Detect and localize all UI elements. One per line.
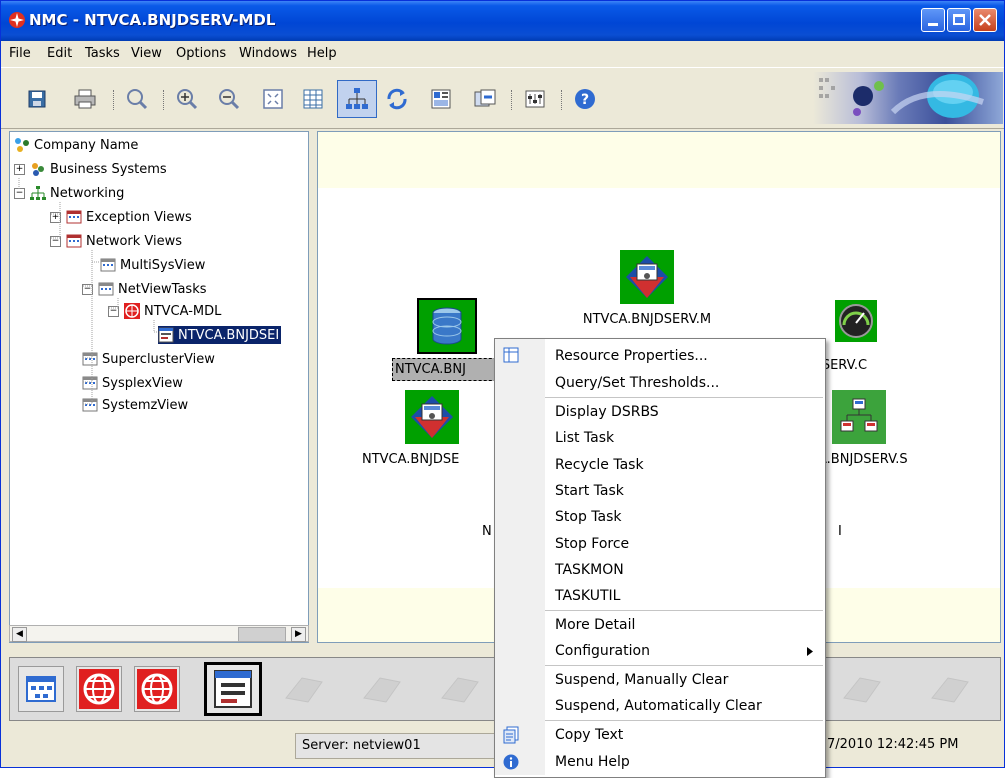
close-icon bbox=[979, 14, 991, 26]
toolbar-separator bbox=[561, 90, 564, 110]
scroll-thumb[interactable] bbox=[238, 627, 286, 642]
menu-item-display-dsrbs[interactable]: Display DSRBS bbox=[495, 399, 823, 425]
menu-item-taskutil[interactable]: TASKUTIL bbox=[495, 583, 823, 609]
menu-options[interactable]: Options bbox=[176, 46, 226, 61]
menu-help[interactable]: Help bbox=[307, 46, 337, 61]
refresh-icon[interactable] bbox=[385, 87, 409, 111]
submenu-arrow-icon bbox=[807, 647, 813, 656]
datetime-status: 7/2010 12:42:45 PM bbox=[827, 737, 959, 752]
menu-divider bbox=[545, 610, 823, 611]
resource-node-selected[interactable]: NTVCA.BNJ bbox=[392, 298, 502, 381]
scroll-left-button[interactable]: ◀ bbox=[12, 627, 27, 642]
menu-item-configuration[interactable]: Configuration bbox=[495, 638, 823, 664]
menu-item-recycle-task[interactable]: Recycle Task bbox=[495, 452, 823, 478]
window-title: NMC - NTVCA.BNJDSERV-MDL bbox=[29, 11, 276, 29]
menu-tasks[interactable]: Tasks bbox=[85, 46, 120, 61]
menu-item-stop-force[interactable]: Stop Force bbox=[495, 531, 823, 557]
menu-item-stop-task[interactable]: Stop Task bbox=[495, 504, 823, 530]
table-view-icon[interactable] bbox=[301, 87, 325, 111]
resource-label: NTVCA.BNJDSERV.M bbox=[582, 312, 712, 327]
placeholder-icon bbox=[840, 668, 884, 708]
toolbar: ? bbox=[1, 67, 1004, 129]
placeholder-icon bbox=[928, 668, 972, 708]
resource-label-partial: I bbox=[838, 524, 842, 539]
title-bar[interactable]: NMC - NTVCA.BNJDSERV-MDL bbox=[1, 1, 1004, 41]
context-menu: Resource Properties... Query/Set Thresho… bbox=[494, 338, 826, 778]
save-icon[interactable] bbox=[25, 87, 49, 111]
view-band-top bbox=[318, 132, 1000, 188]
resource-label: NTVCA.BNJDSE bbox=[362, 452, 460, 467]
sysplex-icon bbox=[832, 390, 886, 444]
product-banner bbox=[813, 72, 1003, 124]
fit-icon[interactable] bbox=[261, 87, 285, 111]
menu-divider bbox=[545, 665, 823, 666]
scroll-right-button[interactable]: ▶ bbox=[291, 627, 306, 642]
placeholder-icon bbox=[282, 668, 326, 708]
server-status: Server: netview01 bbox=[295, 733, 495, 759]
menu-item-copy-text[interactable]: Copy Text bbox=[495, 722, 823, 748]
close-button[interactable] bbox=[973, 8, 997, 32]
svg-text:?: ? bbox=[581, 92, 589, 108]
menu-item-menu-help[interactable]: Menu Help bbox=[495, 749, 823, 775]
resource-label: A.BNJDSERV.S bbox=[818, 452, 908, 467]
gauge-icon bbox=[835, 300, 877, 342]
maximize-button[interactable] bbox=[947, 8, 971, 32]
minimize-button[interactable] bbox=[921, 8, 945, 32]
menu-item-list-task[interactable]: List Task bbox=[495, 425, 823, 451]
menu-bar: File Edit Tasks View Options Windows Hel… bbox=[1, 42, 1004, 64]
menu-item-resource-properties[interactable]: Resource Properties... bbox=[495, 343, 823, 369]
panel-icon[interactable] bbox=[429, 87, 453, 111]
palette-task-button[interactable] bbox=[204, 662, 262, 716]
database-icon bbox=[417, 298, 477, 354]
menu-view[interactable]: View bbox=[131, 46, 162, 61]
copy-icon bbox=[503, 726, 519, 744]
menu-item-more-detail[interactable]: More Detail bbox=[495, 612, 823, 638]
menu-divider bbox=[545, 720, 823, 721]
properties-icon bbox=[503, 347, 519, 363]
zoom-out-icon[interactable] bbox=[217, 87, 241, 111]
resource-node-top[interactable]: NTVCA.BNJDSERV.M bbox=[562, 250, 732, 327]
palette-globe-button[interactable] bbox=[134, 666, 180, 712]
task-resource-icon bbox=[405, 390, 459, 444]
resource-node-left2[interactable]: NTVCA.BNJDSE bbox=[362, 390, 502, 467]
print-icon[interactable] bbox=[73, 87, 97, 111]
task-resource-icon bbox=[620, 250, 674, 304]
menu-file[interactable]: File bbox=[9, 46, 31, 61]
palette-view-button[interactable] bbox=[18, 666, 64, 712]
tree-horizontal-scrollbar[interactable]: ◀ ▶ bbox=[9, 625, 309, 642]
tree-connectors bbox=[18, 178, 158, 405]
find-icon[interactable] bbox=[125, 87, 149, 111]
placeholder-icon bbox=[438, 668, 482, 708]
menu-item-start-task[interactable]: Start Task bbox=[495, 478, 823, 504]
help-icon[interactable]: ? bbox=[573, 87, 597, 111]
zoom-in-icon[interactable] bbox=[175, 87, 199, 111]
menu-item-suspend-manual[interactable]: Suspend, Manually Clear bbox=[495, 667, 823, 693]
toolbar-separator bbox=[163, 90, 166, 110]
nmc-logo-icon bbox=[9, 12, 25, 28]
placeholder-icon bbox=[360, 668, 404, 708]
filter-icon[interactable] bbox=[523, 87, 547, 111]
topology-view-icon[interactable] bbox=[337, 80, 377, 118]
info-icon bbox=[503, 754, 519, 770]
resource-label: NTVCA.BNJ bbox=[392, 358, 502, 381]
toolbar-separator bbox=[113, 90, 116, 110]
menu-item-taskmon[interactable]: TASKMON bbox=[495, 557, 823, 583]
toolbar-separator bbox=[511, 90, 514, 110]
menu-item-query-set-thresholds[interactable]: Query/Set Thresholds... bbox=[495, 370, 823, 396]
palette-globe-button[interactable] bbox=[76, 666, 122, 712]
menu-edit[interactable]: Edit bbox=[47, 46, 72, 61]
resource-tree[interactable]: Company Name + Business Systems − Networ… bbox=[9, 131, 309, 643]
resource-node-right2[interactable]: A.BNJDSERV.S bbox=[818, 390, 958, 467]
menu-item-suspend-auto[interactable]: Suspend, Automatically Clear bbox=[495, 693, 823, 719]
menu-divider bbox=[545, 397, 823, 398]
resource-label-partial: N bbox=[482, 524, 492, 539]
menu-windows[interactable]: Windows bbox=[239, 46, 297, 61]
sync-icon[interactable] bbox=[473, 87, 497, 111]
